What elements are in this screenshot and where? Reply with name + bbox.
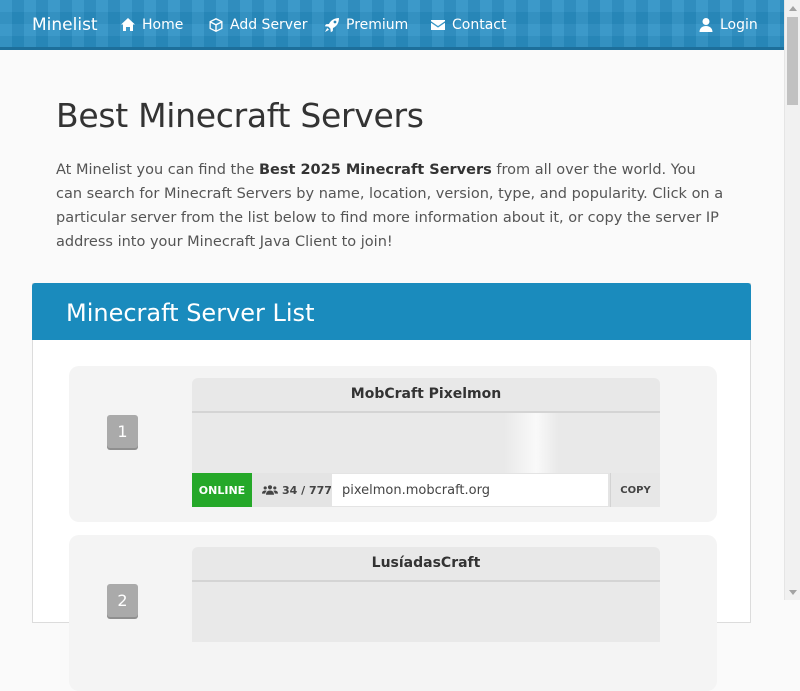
scroll-up-arrow[interactable] <box>785 0 800 16</box>
cube-icon <box>209 18 223 32</box>
page-title: Best Minecraft Servers <box>56 96 424 135</box>
page-scrollbar[interactable] <box>784 0 800 600</box>
nav-home[interactable]: Home <box>120 17 183 33</box>
nav-premium-label: Premium <box>346 17 409 33</box>
server-name[interactable]: MobCraft Pixelmon <box>192 378 660 413</box>
server-status-row: ONLINE 34 / 777 COPY <box>192 473 660 507</box>
nav-home-label: Home <box>142 17 184 33</box>
nav-contact-label: Contact <box>452 17 507 33</box>
scroll-down-arrow[interactable] <box>785 584 800 600</box>
banner-image <box>504 413 558 473</box>
player-count-text: 34 / 777 <box>282 483 332 497</box>
panel-title: Minecraft Server List <box>66 299 315 327</box>
envelope-icon <box>431 20 445 30</box>
nav-contact[interactable]: Contact <box>430 17 506 33</box>
server-name[interactable]: LusíadasCraft <box>192 547 660 582</box>
brand-logo[interactable]: Minelist <box>32 15 98 35</box>
rank-badge: 1 <box>107 415 138 448</box>
online-status-badge: ONLINE <box>192 473 252 507</box>
nav-add-server[interactable]: Add Server <box>208 17 307 33</box>
server-list-panel: Minecraft Server List 1 MobCraft Pixelmo… <box>32 283 751 691</box>
panel-header: Minecraft Server List <box>32 283 751 340</box>
navbar: Minelist Home Add Server Premium Contact… <box>0 0 784 50</box>
rank-badge: 2 <box>107 584 138 617</box>
copy-ip-button[interactable]: COPY <box>610 473 660 507</box>
nav-add-server-label: Add Server <box>230 17 308 33</box>
scroll-thumb[interactable] <box>787 17 798 105</box>
intro-text-start: At Minelist you can find the <box>56 162 259 178</box>
rocket-icon <box>324 18 339 33</box>
nav-login[interactable]: Login <box>698 17 758 33</box>
intro-paragraph: At Minelist you can find the Best 2025 M… <box>56 158 726 254</box>
server-card[interactable]: 2 LusíadasCraft <box>69 535 717 691</box>
server-card[interactable]: 1 MobCraft Pixelmon ONLINE 34 / 777 COPY <box>69 366 717 522</box>
nav-premium[interactable]: Premium <box>324 17 408 33</box>
intro-text-bold: Best 2025 Minecraft Servers <box>258 162 492 178</box>
server-box[interactable]: LusíadasCraft <box>192 547 660 642</box>
player-count: 34 / 777 <box>262 473 332 507</box>
server-banner[interactable] <box>192 582 660 642</box>
user-icon <box>699 18 713 32</box>
home-icon <box>121 18 135 31</box>
server-banner[interactable] <box>192 413 660 473</box>
nav-login-label: Login <box>720 17 758 33</box>
server-box[interactable]: MobCraft Pixelmon ONLINE 34 / 777 COPY <box>192 378 660 507</box>
server-ip-input[interactable] <box>332 474 608 506</box>
users-icon <box>262 485 278 495</box>
